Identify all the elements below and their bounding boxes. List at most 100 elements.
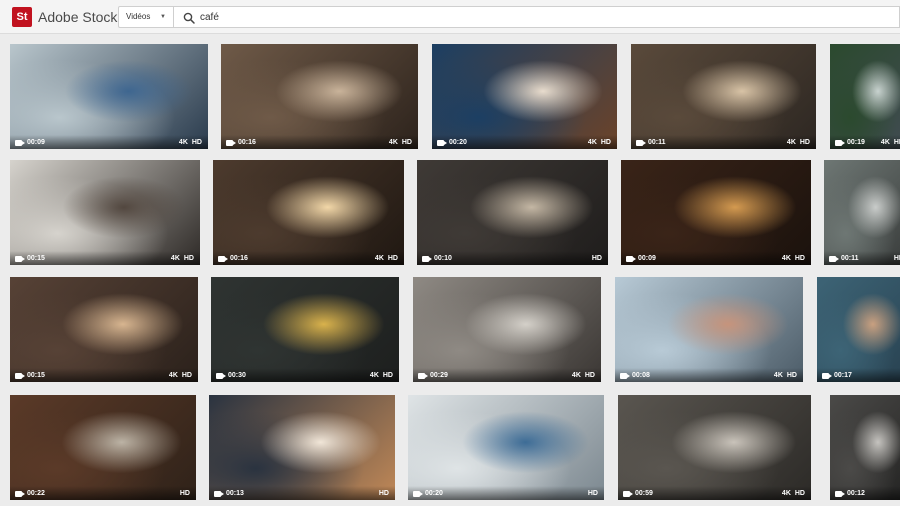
video-thumbnail[interactable]: 00:08 4K HD xyxy=(615,277,803,382)
thumbnail-image xyxy=(10,277,198,382)
video-camera-icon xyxy=(835,491,845,497)
video-thumbnail[interactable]: 00:16 4K HD xyxy=(213,160,404,265)
badge-hd: HD xyxy=(179,490,190,497)
video-thumbnail[interactable]: 00:22 HD xyxy=(10,395,196,500)
badge-4k: 4K xyxy=(880,139,890,146)
video-camera-icon xyxy=(626,256,636,262)
thumbnail-info-bar: 00:20 4K HD xyxy=(432,135,617,149)
badge-hd: HD xyxy=(587,490,598,497)
badge-hd: HD xyxy=(382,372,393,379)
video-duration: 00:11 xyxy=(648,139,666,146)
thumbnail-image xyxy=(824,160,900,265)
thumbnail-image xyxy=(10,395,196,500)
media-type-select[interactable]: Vidéos ▼ xyxy=(118,6,174,28)
video-thumbnail[interactable]: 00:29 4K HD xyxy=(413,277,601,382)
video-camera-icon xyxy=(214,491,224,497)
video-duration: 00:08 xyxy=(632,372,650,379)
video-duration: 00:12 xyxy=(847,490,865,497)
adobe-stock-logo-icon[interactable]: St xyxy=(12,7,32,27)
video-thumbnail[interactable]: 00:10 HD xyxy=(417,160,608,265)
video-camera-icon xyxy=(623,491,633,497)
video-thumbnail[interactable]: 00:20 4K HD xyxy=(432,44,617,149)
video-duration: 00:15 xyxy=(27,255,45,262)
video-thumbnail[interactable]: 00:20 HD xyxy=(408,395,604,500)
badge-hd: HD xyxy=(786,372,797,379)
video-camera-icon xyxy=(829,256,839,262)
thumbnail-info-bar: 00:09 4K HD xyxy=(10,135,208,149)
video-duration: 00:59 xyxy=(635,490,653,497)
video-camera-icon xyxy=(216,373,226,379)
search-input[interactable] xyxy=(200,9,800,26)
thumbnail-info-bar: 00:09 4K HD xyxy=(621,251,811,265)
video-thumbnail[interactable]: 00:17 xyxy=(817,277,900,382)
video-thumbnail[interactable]: 00:13 HD xyxy=(209,395,395,500)
video-thumbnail[interactable]: 00:11 HD xyxy=(824,160,900,265)
thumbnail-image xyxy=(209,395,395,500)
thumbnail-image xyxy=(615,277,803,382)
badge-4k: 4K xyxy=(388,139,398,146)
video-thumbnail[interactable]: 00:16 4K HD xyxy=(221,44,418,149)
video-thumbnail[interactable]: 00:11 4K HD xyxy=(631,44,816,149)
badge-hd: HD xyxy=(794,255,805,262)
thumbnail-image xyxy=(213,160,404,265)
badge-hd: HD xyxy=(584,372,595,379)
badge-hd: HD xyxy=(387,255,398,262)
video-camera-icon xyxy=(218,256,228,262)
video-duration: 00:30 xyxy=(228,372,246,379)
video-camera-icon xyxy=(418,373,428,379)
search-box[interactable] xyxy=(174,6,900,28)
video-camera-icon xyxy=(422,256,432,262)
badge-hd: HD xyxy=(794,490,805,497)
video-camera-icon xyxy=(620,373,630,379)
thumbnail-info-bar: 00:22 HD xyxy=(10,486,196,500)
video-duration: 00:20 xyxy=(425,490,443,497)
badge-hd: HD xyxy=(591,255,602,262)
video-camera-icon xyxy=(413,491,423,497)
thumbnail-info-bar: 00:11 HD xyxy=(824,251,900,265)
quality-badges: 4KHD xyxy=(568,371,595,380)
thumbnail-info-bar: 00:59 4K HD xyxy=(618,486,811,500)
video-duration: 00:11 xyxy=(841,255,859,262)
video-thumbnail[interactable]: 00:15 4K HD xyxy=(10,160,200,265)
video-thumbnail[interactable]: 00:09 4K HD xyxy=(621,160,811,265)
video-camera-icon xyxy=(835,140,845,146)
quality-badges: 4KHD xyxy=(584,138,611,147)
badge-4k: 4K xyxy=(170,255,180,262)
video-duration: 00:15 xyxy=(27,372,45,379)
video-thumbnail[interactable]: 00:15 4K HD xyxy=(10,277,198,382)
badge-4k: 4K xyxy=(773,372,783,379)
quality-badges: 4KHD xyxy=(371,254,398,263)
video-duration: 00:10 xyxy=(434,255,452,262)
thumbnail-info-bar: 00:13 HD xyxy=(209,486,395,500)
quality-badges: HD xyxy=(580,489,598,498)
video-duration: 00:17 xyxy=(834,372,852,379)
thumbnail-image xyxy=(417,160,608,265)
thumbnail-info-bar: 00:11 4K HD xyxy=(631,135,816,149)
thumbnail-info-bar: 00:16 4K HD xyxy=(213,251,404,265)
video-thumbnail[interactable]: 00:59 4K HD xyxy=(618,395,811,500)
video-duration: 00:09 xyxy=(638,255,656,262)
video-camera-icon xyxy=(15,373,25,379)
quality-badges: 4KHD xyxy=(770,371,797,380)
video-thumbnail[interactable]: 00:12 xyxy=(830,395,900,500)
video-thumbnail[interactable]: 00:19 4KHD xyxy=(830,44,900,149)
badge-hd: HD xyxy=(378,490,389,497)
quality-badges: 4KHD xyxy=(165,371,192,380)
thumbnail-info-bar: 00:19 4KHD xyxy=(830,135,900,149)
video-duration: 00:29 xyxy=(430,372,448,379)
video-thumbnail[interactable]: 00:09 4K HD xyxy=(10,44,208,149)
brand-name[interactable]: Adobe Stock xyxy=(38,7,117,27)
badge-4k: 4K xyxy=(369,372,379,379)
thumbnail-image xyxy=(618,395,811,500)
badge-hd: HD xyxy=(893,139,900,146)
badge-hd: HD xyxy=(600,139,611,146)
thumbnail-info-bar: 00:12 xyxy=(830,486,900,500)
video-camera-icon xyxy=(226,140,236,146)
thumbnail-info-bar: 00:17 xyxy=(817,368,900,382)
thumbnail-image xyxy=(432,44,617,149)
video-thumbnail[interactable]: 00:30 4K HD xyxy=(211,277,399,382)
thumbnail-info-bar: 00:30 4K HD xyxy=(211,368,399,382)
quality-badges: HD xyxy=(172,489,190,498)
thumbnail-image xyxy=(408,395,604,500)
thumbnail-info-bar: 00:16 4K HD xyxy=(221,135,418,149)
